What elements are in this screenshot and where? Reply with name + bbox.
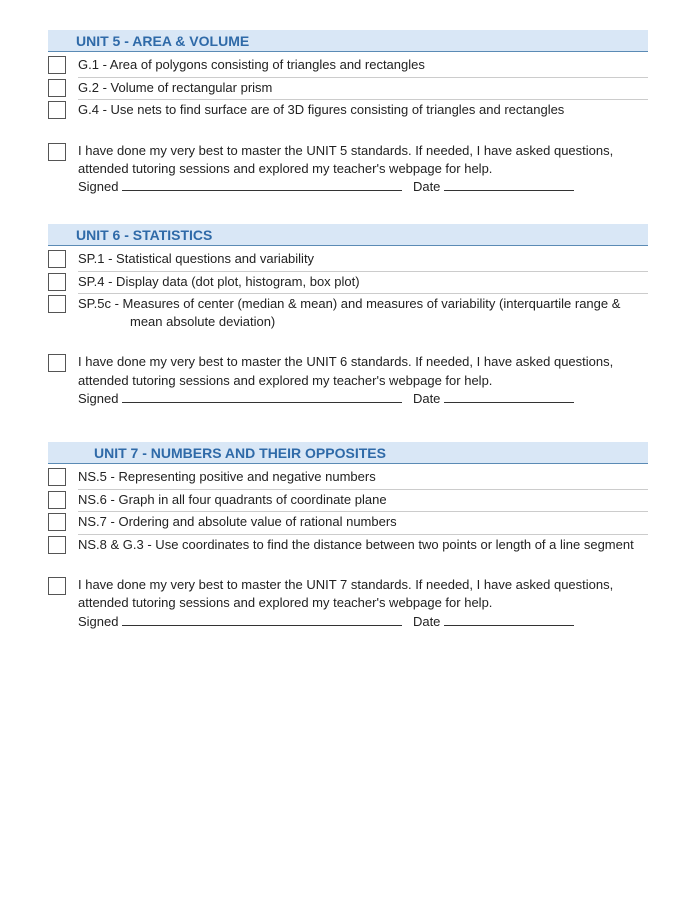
pledge-text: I have done my very best to master the U… bbox=[78, 142, 648, 197]
unit-block: UNIT 6 - STATISTICS SP.1 - Statistical q… bbox=[48, 224, 648, 408]
checkbox[interactable] bbox=[48, 56, 66, 74]
date-label: Date bbox=[413, 614, 440, 629]
signed-label: Signed bbox=[78, 179, 118, 194]
standard-text: G.2 - Volume of rectangular prism bbox=[78, 78, 648, 101]
date-line[interactable] bbox=[444, 390, 574, 402]
pledge-text: I have done my very best to master the U… bbox=[78, 576, 648, 631]
unit-header: UNIT 6 - STATISTICS bbox=[48, 224, 648, 246]
checkbox[interactable] bbox=[48, 536, 66, 554]
standard-row: NS.5 - Representing positive and negativ… bbox=[48, 467, 648, 490]
unit-title: UNIT 7 - NUMBERS AND THEIR OPPOSITES bbox=[94, 445, 386, 461]
pledge-text: I have done my very best to master the U… bbox=[78, 353, 648, 408]
date-label: Date bbox=[413, 179, 440, 194]
checkbox[interactable] bbox=[48, 468, 66, 486]
pledge-row: I have done my very best to master the U… bbox=[48, 576, 648, 631]
standard-text: SP.4 - Display data (dot plot, histogram… bbox=[78, 272, 648, 295]
checkbox[interactable] bbox=[48, 491, 66, 509]
pledge-body: I have done my very best to master the U… bbox=[78, 577, 613, 610]
unit-title: UNIT 6 - STATISTICS bbox=[76, 227, 212, 243]
standard-text: NS.5 - Representing positive and negativ… bbox=[78, 467, 648, 490]
standard-text: SP.5c - Measures of center (median & mea… bbox=[78, 294, 648, 333]
standard-row: NS.8 & G.3 - Use coordinates to find the… bbox=[48, 535, 648, 557]
unit-block: UNIT 5 - AREA & VOLUME G.1 - Area of pol… bbox=[48, 30, 648, 196]
standard-text: SP.1 - Statistical questions and variabi… bbox=[78, 249, 648, 272]
signature-line[interactable] bbox=[122, 390, 402, 402]
standard-text: NS.7 - Ordering and absolute value of ra… bbox=[78, 512, 648, 535]
standard-text: G.1 - Area of polygons consisting of tri… bbox=[78, 55, 648, 78]
unit-title: UNIT 5 - AREA & VOLUME bbox=[76, 33, 249, 49]
unit-block: UNIT 7 - NUMBERS AND THEIR OPPOSITES NS.… bbox=[48, 442, 648, 631]
date-line[interactable] bbox=[444, 613, 574, 625]
signature-line[interactable] bbox=[122, 613, 402, 625]
standard-row: SP.4 - Display data (dot plot, histogram… bbox=[48, 272, 648, 295]
standard-text: G.4 - Use nets to find surface are of 3D… bbox=[78, 100, 648, 122]
standard-row: SP.5c - Measures of center (median & mea… bbox=[48, 294, 648, 333]
checkbox[interactable] bbox=[48, 79, 66, 97]
standard-text: NS.6 - Graph in all four quadrants of co… bbox=[78, 490, 648, 513]
standard-text: NS.8 & G.3 - Use coordinates to find the… bbox=[78, 535, 648, 557]
checkbox[interactable] bbox=[48, 273, 66, 291]
date-label: Date bbox=[413, 391, 440, 406]
signature-line[interactable] bbox=[122, 179, 402, 191]
standard-row: NS.6 - Graph in all four quadrants of co… bbox=[48, 490, 648, 513]
checkbox[interactable] bbox=[48, 143, 66, 161]
pledge-row: I have done my very best to master the U… bbox=[48, 353, 648, 408]
checkbox[interactable] bbox=[48, 577, 66, 595]
checkbox[interactable] bbox=[48, 354, 66, 372]
standard-row: G.1 - Area of polygons consisting of tri… bbox=[48, 55, 648, 78]
unit-header: UNIT 5 - AREA & VOLUME bbox=[48, 30, 648, 52]
standard-row: SP.1 - Statistical questions and variabi… bbox=[48, 249, 648, 272]
checkbox[interactable] bbox=[48, 295, 66, 313]
signed-label: Signed bbox=[78, 614, 118, 629]
checkbox[interactable] bbox=[48, 513, 66, 531]
pledge-body: I have done my very best to master the U… bbox=[78, 143, 613, 176]
pledge-row: I have done my very best to master the U… bbox=[48, 142, 648, 197]
standard-row: G.2 - Volume of rectangular prism bbox=[48, 78, 648, 101]
unit-header: UNIT 7 - NUMBERS AND THEIR OPPOSITES bbox=[48, 442, 648, 464]
standard-row: G.4 - Use nets to find surface are of 3D… bbox=[48, 100, 648, 122]
pledge-body: I have done my very best to master the U… bbox=[78, 354, 613, 387]
standard-row: NS.7 - Ordering and absolute value of ra… bbox=[48, 512, 648, 535]
checkbox[interactable] bbox=[48, 250, 66, 268]
date-line[interactable] bbox=[444, 179, 574, 191]
signed-label: Signed bbox=[78, 391, 118, 406]
checkbox[interactable] bbox=[48, 101, 66, 119]
